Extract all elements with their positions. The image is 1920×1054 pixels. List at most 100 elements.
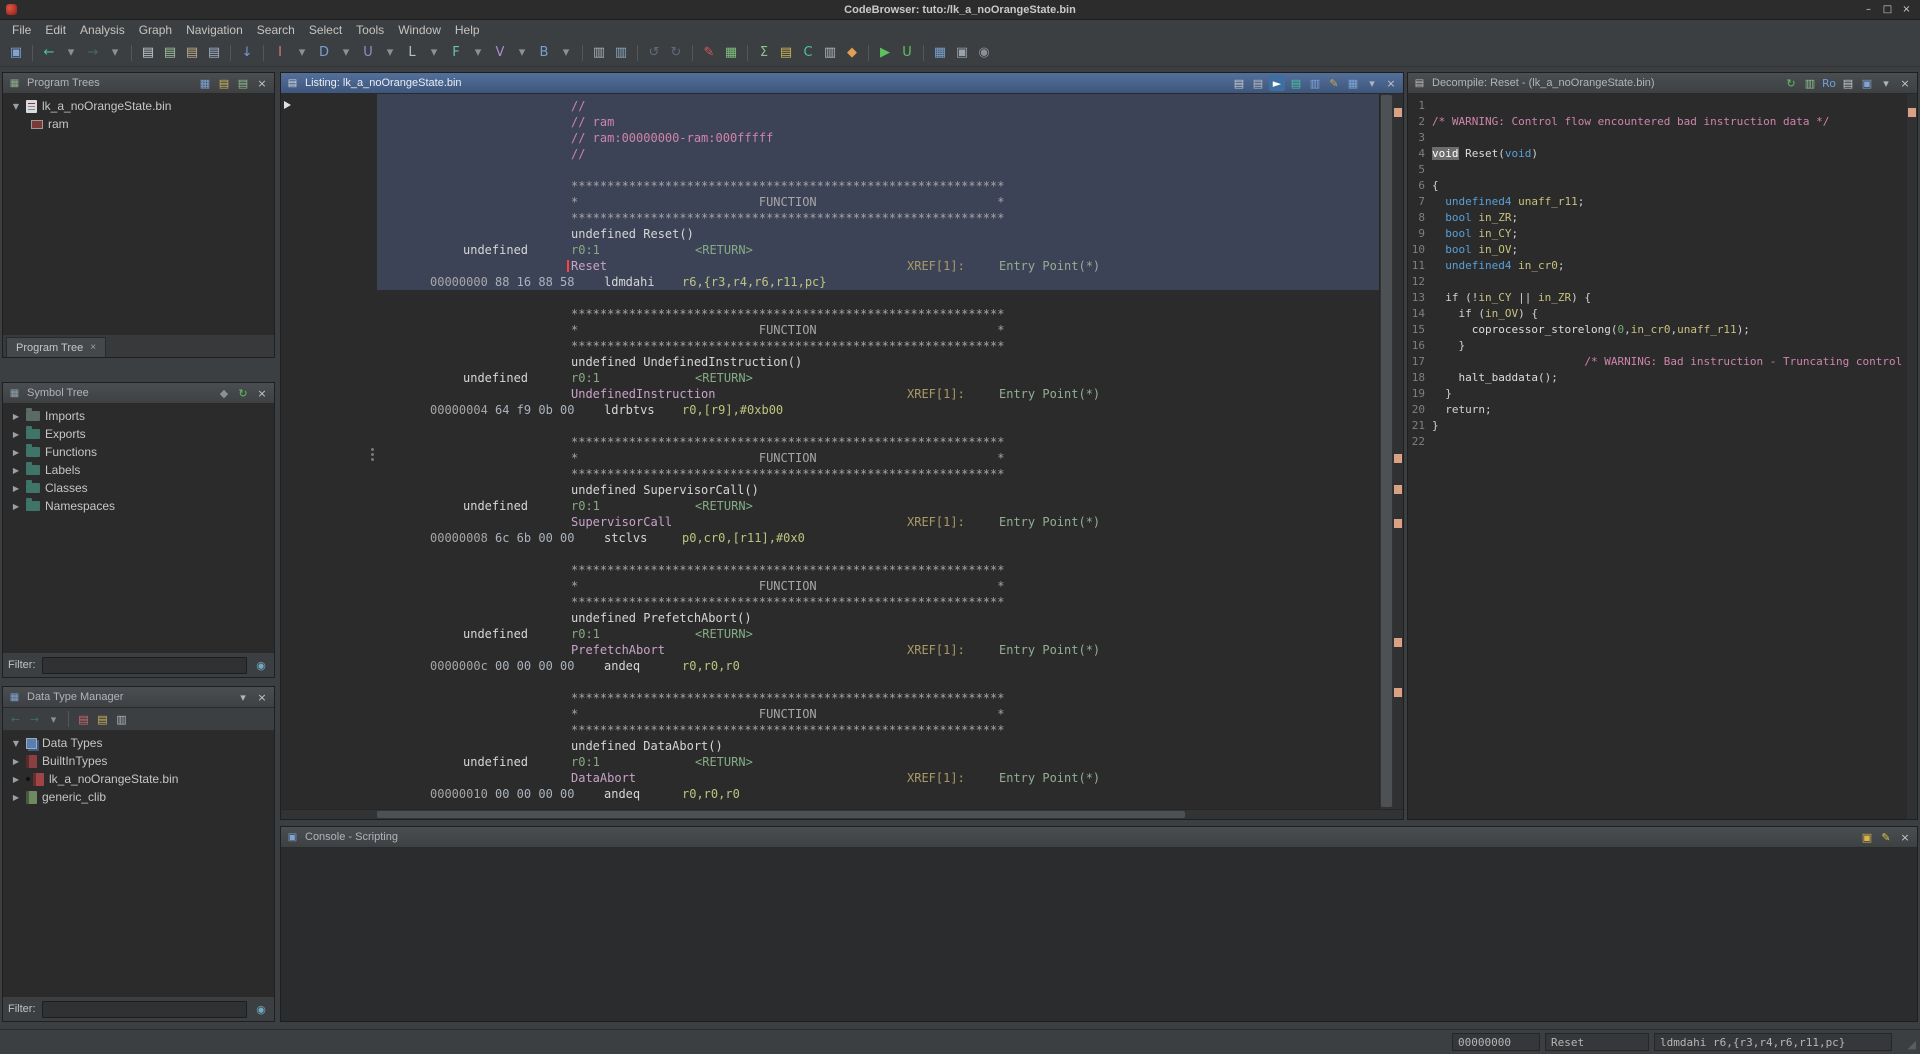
edit-icon[interactable]: ✎ [1878,829,1894,845]
decompile-line[interactable]: 8 bool in_ZR; [1410,210,1917,226]
run-script-icon[interactable]: ▶ [875,43,895,63]
listing-field-dc[interactable]: undefined PrefetchAbort() [571,610,752,626]
data-grid-icon[interactable]: ▦ [721,43,741,63]
listing-field-rg[interactable]: r0:1 [571,754,600,770]
listing-line[interactable]: undefinedr0:1<RETURN> [377,370,1379,386]
decompile-token-pl[interactable]: || [1511,291,1538,304]
decompile-token-fn[interactable]: halt_baddata [1459,371,1538,384]
listing-field-bn[interactable]: * FUNCTION * [571,706,1004,722]
listing-field-bn[interactable]: * FUNCTION * [571,450,1004,466]
decompile-header[interactable]: ▤ Decompile: Reset - (lk_a_noOrangeState… [1408,73,1917,94]
listing-field-lb[interactable]: Reset [571,258,607,274]
scrollbar-thumb[interactable] [1381,95,1392,807]
redo-icon[interactable]: ↻ [666,43,686,63]
listing-overview-margin[interactable] [1393,94,1403,809]
scrollbar-thumb[interactable] [377,811,1185,818]
decompile-line[interactable]: 17 /* WARNING: Bad instruction - Truncat… [1410,354,1917,370]
forward-history-icon[interactable]: ▾ [105,43,125,63]
listing-line[interactable]: // ram:00000000-ram:000fffff [377,130,1379,146]
window-grid-icon[interactable]: ▦ [930,43,950,63]
listing-line[interactable]: 000000086c 6b 00 00stclvsp0,cr0,[r11],#0… [377,530,1379,546]
listing-field-mn[interactable]: ldmdahi [604,274,655,290]
letter-u-toggle[interactable]: U [358,43,378,63]
listing-field-bn[interactable]: * FUNCTION * [571,578,1004,594]
listing-field-ad[interactable]: 00000010 [430,786,488,802]
decompile-line[interactable]: 6{ [1410,178,1917,194]
listing-field-ad[interactable]: 00000000 [430,274,488,290]
decompile-token-pl[interactable] [1432,211,1445,224]
decompile-token-ty[interactable]: bool [1445,243,1472,256]
decompile-line[interactable]: 1 [1410,98,1917,114]
decompile-token-ty[interactable]: undefined4 [1445,259,1511,272]
tree-item-generic-clib[interactable]: ▶generic_clib [5,788,272,806]
listing-field-xr[interactable]: XREF[1]: [907,258,965,274]
listing-line[interactable]: * FUNCTION * [377,706,1379,722]
decompile-overview-margin[interactable] [1907,94,1917,819]
decompile-line[interactable]: 21} [1410,418,1917,434]
listing-line[interactable]: * FUNCTION * [377,578,1379,594]
back-icon[interactable]: ← [7,711,24,728]
decompile-token-pl[interactable]: ; [1578,195,1585,208]
decompile-line[interactable]: 15 coprocessor_storelong(0,in_cr0,unaff_… [1410,322,1917,338]
letter-v-toggle[interactable]: V [490,43,510,63]
menu-tools[interactable]: Tools [349,22,391,38]
listing-field-dc[interactable]: undefined [463,242,528,258]
decompile-token-cm[interactable]: /* WARNING: Control flow encountered bad… [1432,115,1829,128]
forward-icon[interactable]: → [83,43,103,63]
listing-field-bn[interactable]: ****************************************… [571,690,1004,706]
decompile-line[interactable]: 4void Reset(void) [1410,146,1917,162]
letter-d-toggle[interactable]: D [314,43,334,63]
forward-icon[interactable]: → [26,711,43,728]
letter-b-menu-icon[interactable]: ▾ [556,43,576,63]
listing-line[interactable]: UndefinedInstructionXREF[1]:Entry Point(… [377,386,1379,402]
tree-item-imports[interactable]: ▶Imports [5,407,272,425]
listing-field-rg[interactable]: r0:1 [571,370,600,386]
filter-options-icon[interactable]: ◉ [253,657,269,673]
listing-line[interactable] [377,674,1379,690]
expander-closed-icon[interactable]: ▶ [11,757,21,766]
decompile-token-va[interactable]: in_ZR [1478,211,1511,224]
decompile-token-pl[interactable]: ; [1512,243,1519,256]
listing-line[interactable]: 0000001000 00 00 00andeqr0,r0,r0 [377,786,1379,802]
listing-line[interactable] [377,418,1379,434]
listing-field-rg[interactable]: <RETURN> [695,370,753,386]
snapshot-icon[interactable]: ▣ [952,43,972,63]
tree-item-namespaces[interactable]: ▶Namespaces [5,497,272,515]
dtm-filter-input[interactable] [42,1001,248,1018]
listing-field-bn[interactable]: * FUNCTION * [571,194,1004,210]
listing-line[interactable]: // ram [377,114,1379,130]
decompile-token-pl[interactable]: ) { [1571,291,1591,304]
decompile-token-va[interactable]: in_cr0 [1631,323,1671,336]
decompile-line[interactable]: 14 if (in_OV) { [1410,306,1917,322]
decompile-line[interactable]: 16 } [1410,338,1917,354]
menu-navigation[interactable]: Navigation [179,22,250,38]
letter-f-menu-icon[interactable]: ▾ [468,43,488,63]
decompile-token-tyh[interactable]: void [1432,147,1459,160]
listing-field-xr[interactable]: XREF[1]: [907,770,965,786]
listing-line[interactable]: undefined DataAbort() [377,738,1379,754]
listing-horizontal-scrollbar[interactable] [281,809,1403,819]
import-file-icon[interactable]: ▤ [160,43,180,63]
listing-line[interactable] [377,290,1379,306]
listing-line[interactable]: ****************************************… [377,338,1379,354]
letter-i-toggle[interactable]: I [270,43,290,63]
listing-field-dc[interactable]: undefined Reset() [571,226,694,242]
decompile-token-pl[interactable]: ) { [1518,307,1538,320]
filter-arrow-icon[interactable]: ▤ [94,711,111,728]
close-icon[interactable]: × [254,75,270,91]
cycle-group-icon[interactable]: C [798,43,818,63]
decompile-token-va[interactable]: in_cr0 [1518,259,1558,272]
letter-u-menu-icon[interactable]: ▾ [380,43,400,63]
decompile-token-pl[interactable]: ; [1512,227,1519,240]
listing-line[interactable]: SupervisorCallXREF[1]:Entry Point(*) [377,514,1379,530]
memory-search-icon[interactable]: ▥ [589,43,609,63]
decompile-line[interactable]: 3 [1410,130,1917,146]
listing-field-bn[interactable]: ****************************************… [571,562,1004,578]
close-button[interactable]: × [1898,2,1915,17]
analyze-icon[interactable]: ▤ [204,43,224,63]
back-icon[interactable]: ← [39,43,59,63]
listing-line[interactable]: ****************************************… [377,562,1379,578]
decompile-token-pl[interactable] [1432,195,1445,208]
decompile-line[interactable]: 19 } [1410,386,1917,402]
listing-line[interactable]: ****************************************… [377,306,1379,322]
